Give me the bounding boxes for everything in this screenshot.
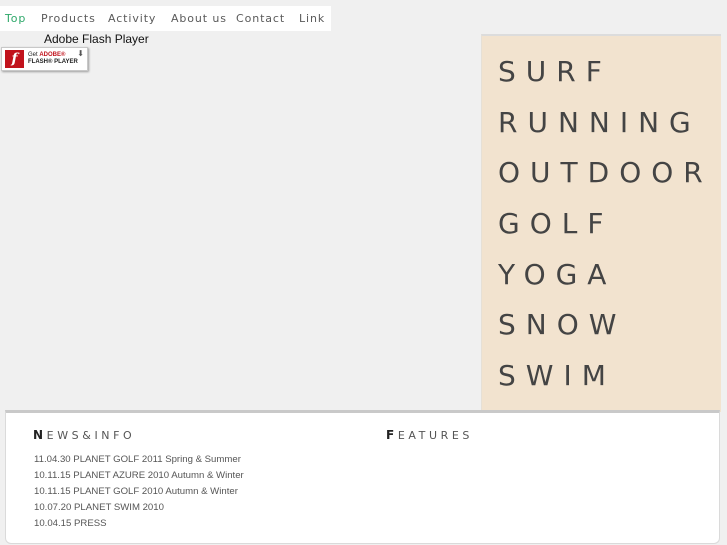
download-arrow-icon: ⬇ (77, 49, 84, 58)
nav-link-activity[interactable]: Activity (108, 12, 156, 25)
news-heading-initial: N (33, 428, 47, 442)
top-nav: Top Products Activity About us Contact L… (0, 6, 331, 31)
flash-badge-get: Get (28, 52, 38, 58)
news-item[interactable]: 10.11.15 PLANET GOLF 2010 Autumn & Winte… (34, 484, 244, 500)
category-golf[interactable]: GOLF (498, 208, 613, 240)
category-surf[interactable]: SURF (498, 56, 612, 88)
flash-badge-line1: Get ADOBE® (28, 52, 65, 59)
flash-badge-line2: FLASH® PLAYER (28, 59, 78, 65)
features-heading: FEATURES (386, 428, 473, 442)
nav-link-link[interactable]: Link (299, 12, 325, 25)
news-item[interactable]: 10.11.15 PLANET AZURE 2010 Autumn & Wint… (34, 468, 244, 484)
nav-link-about-us[interactable]: About us (171, 12, 227, 25)
features-heading-rest: EATURES (397, 429, 473, 442)
nav-link-products[interactable]: Products (41, 12, 96, 25)
nav-link-contact[interactable]: Contact (236, 12, 285, 25)
category-outdoor[interactable]: OUTDOOR (498, 157, 713, 189)
news-item[interactable]: 10.07.20 PLANET SWIM 2010 (34, 500, 244, 516)
category-snow[interactable]: SNOW (498, 309, 626, 341)
category-yoga[interactable]: YOGA (498, 259, 616, 291)
features-heading-initial: F (386, 428, 398, 442)
nav-link-top[interactable]: Top (5, 12, 26, 25)
category-running[interactable]: RUNNING (498, 107, 701, 139)
news-features-panel: NEWS&INFO 11.04.30 PLANET GOLF 2011 Spri… (5, 410, 720, 544)
category-swim[interactable]: SWIM (498, 360, 616, 392)
get-flash-player-button[interactable]: f Get ADOBE® FLASH® PLAYER ⬇ (1, 47, 88, 71)
news-list: 11.04.30 PLANET GOLF 2011 Spring & Summe… (34, 452, 244, 532)
flash-f-icon: f (5, 50, 24, 68)
news-item[interactable]: 10.04.15 PRESS (34, 516, 244, 532)
news-item[interactable]: 11.04.30 PLANET GOLF 2011 Spring & Summe… (34, 452, 244, 468)
category-menu: SURF RUNNING OUTDOOR GOLF YOGA SNOW SWIM (481, 34, 721, 412)
flash-player-label: Adobe Flash Player (44, 32, 149, 46)
news-heading-rest: EWS&INFO (46, 429, 136, 442)
news-info-heading: NEWS&INFO (33, 428, 135, 442)
flash-badge-brand: ADOBE® (39, 52, 66, 58)
